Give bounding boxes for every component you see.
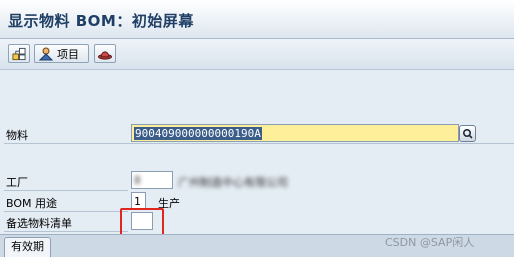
page-title: 显示物料 BOM：初始屏幕 [8,12,194,30]
title-bar: 显示物料 BOM：初始屏幕 [0,0,514,39]
application-toolbar: 项目 [0,39,514,70]
plant-value: 8 [134,174,141,187]
plant-label: 工厂 [6,176,28,189]
bom-usage-label: BOM 用途 [6,197,57,210]
row-divider [4,143,514,144]
alternative-bom-label: 备选物料清单 [6,217,72,230]
hat-button[interactable] [94,44,116,63]
plant-description: 广州制造中心有限公司 [178,176,288,189]
items-button[interactable]: 项目 [34,44,89,63]
row-divider [4,190,128,191]
material-input[interactable]: 900409000000000190A [131,124,459,142]
tab-validity-label: 有效期 [11,240,44,253]
search-icon [462,128,473,139]
alternative-bom-row: 备选物料清单 [0,212,514,232]
row-divider [4,231,128,232]
user-items-icon [38,47,54,60]
tab-validity[interactable]: 有效期 [4,237,51,257]
hierarchy-button[interactable] [8,44,30,63]
material-value: 900409000000000190A [134,127,262,140]
material-search-help-button[interactable] [459,125,476,142]
bom-usage-value: 1 [134,195,141,208]
material-label: 物料 [6,129,28,142]
hat-icon [98,50,112,60]
highlight-box [120,208,164,236]
watermark: CSDN @SAP闲人 [385,236,475,249]
plant-input[interactable]: 8 [131,171,173,189]
items-button-label: 项目 [57,47,79,61]
hierarchy-icon [12,47,26,60]
bom-usage-row: BOM 用途 [0,192,514,212]
